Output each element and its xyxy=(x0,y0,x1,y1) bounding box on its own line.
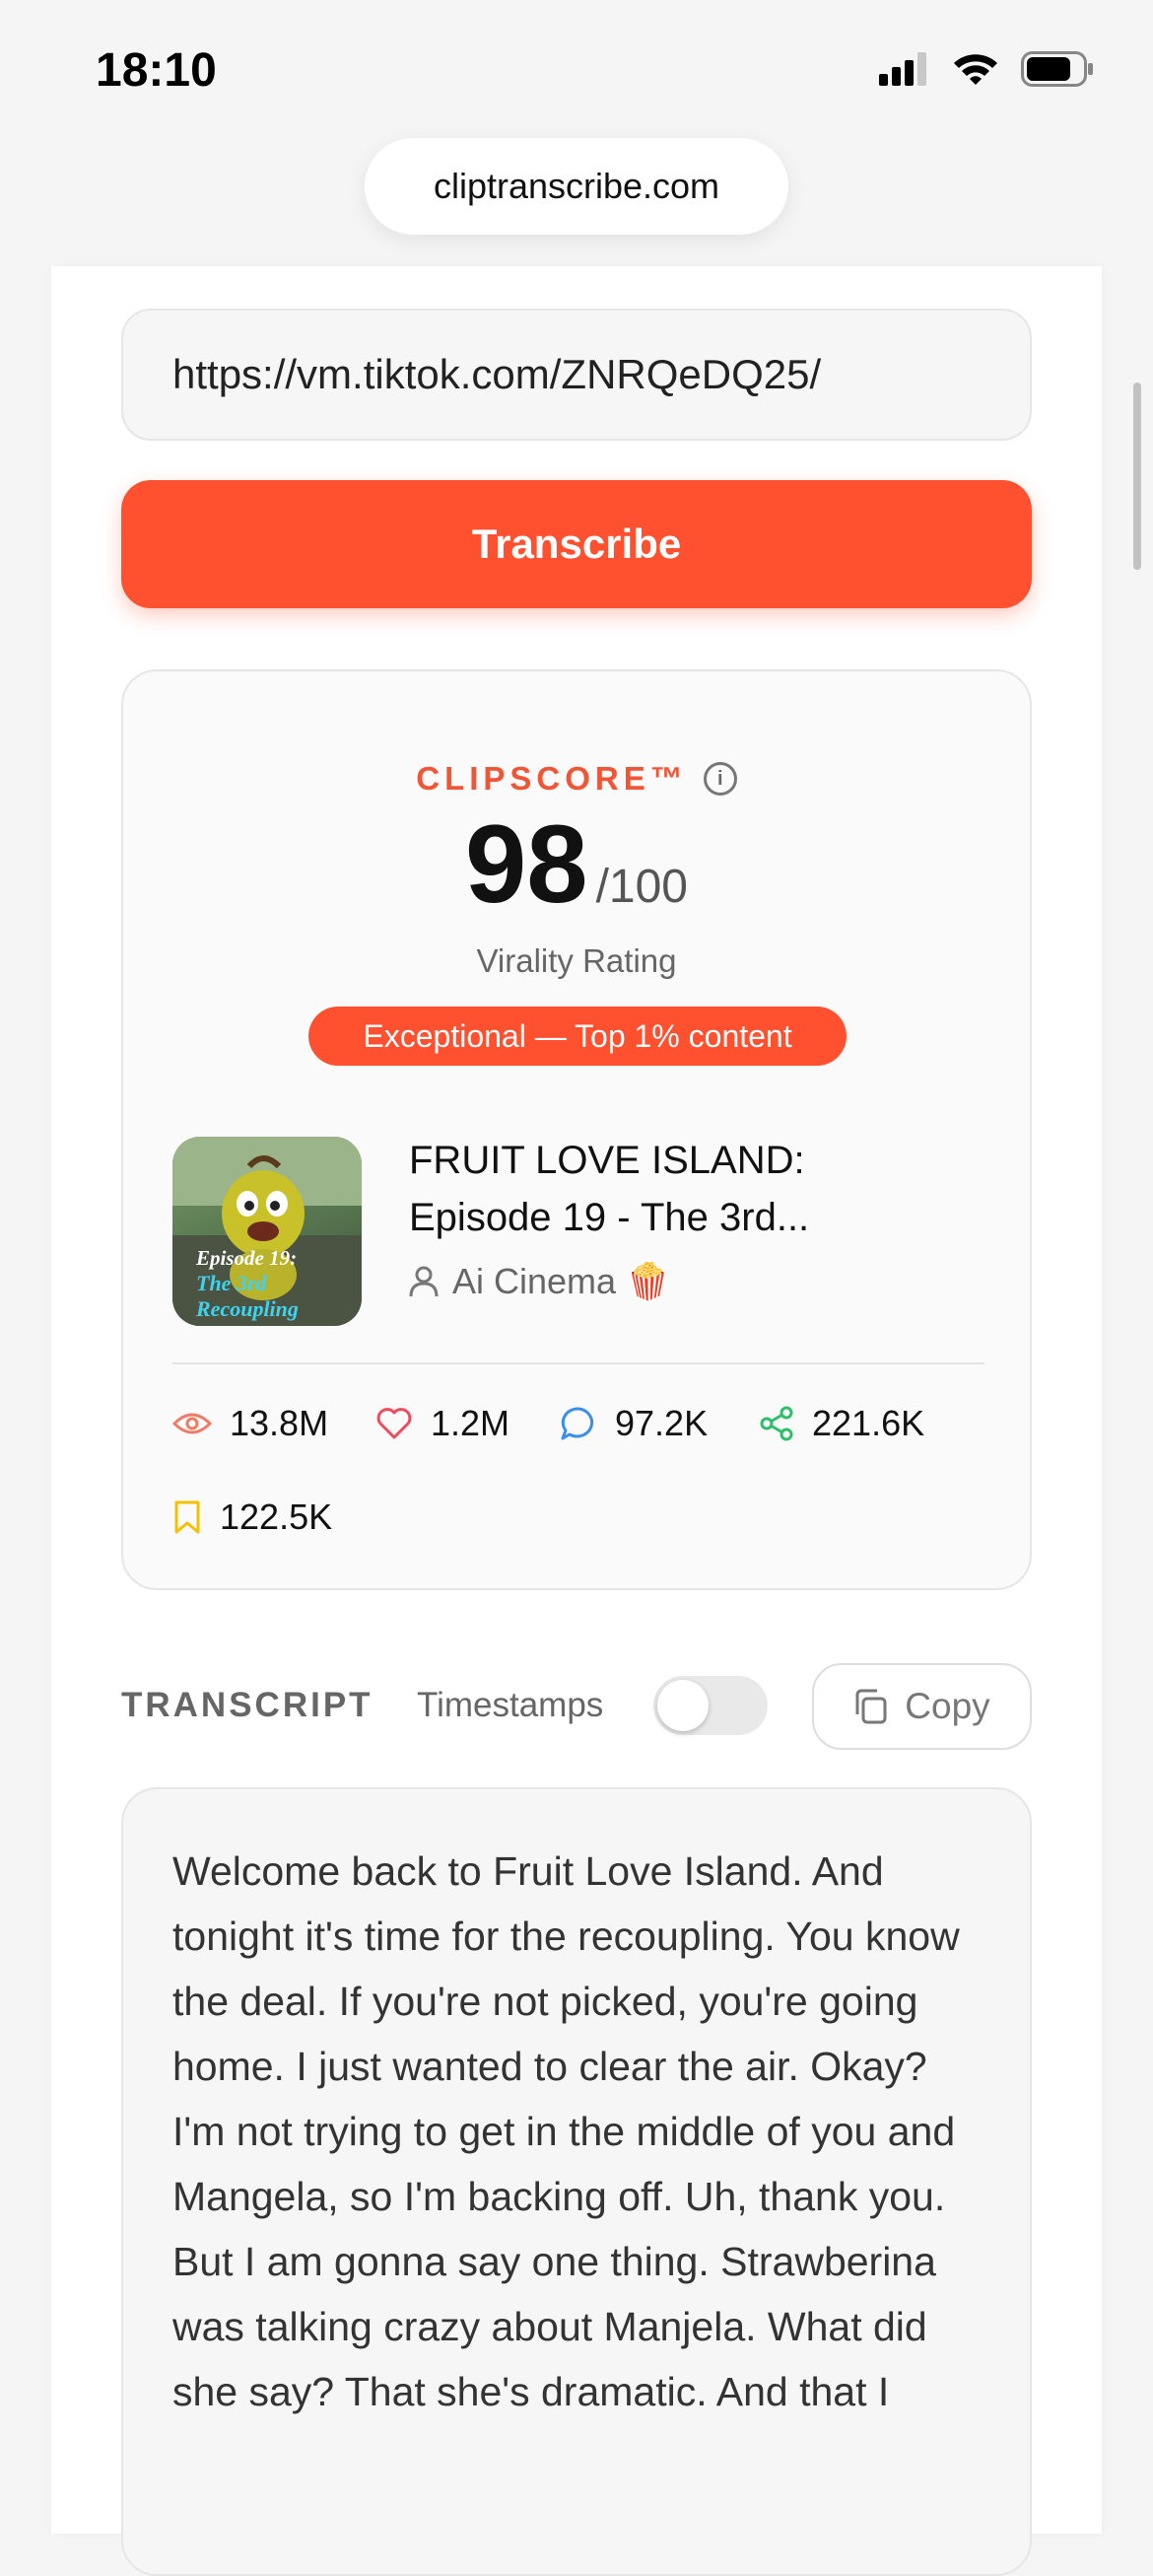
transcribe-button[interactable]: Transcribe xyxy=(121,480,1032,608)
video-title: FRUIT LOVE ISLAND: Episode 19 - The 3rd.… xyxy=(409,1132,961,1246)
thumbnail-caption-3: Recoupling xyxy=(196,1296,299,1321)
clipscore-card: CLIPSCORE™ i 98 /100 Virality Rating Exc… xyxy=(121,669,1032,1590)
stat-likes: 1.2M xyxy=(375,1403,509,1444)
likes-count: 1.2M xyxy=(431,1403,510,1443)
stat-shares: 221.6K xyxy=(759,1403,924,1444)
video-title-line-1: FRUIT LOVE ISLAND: xyxy=(409,1139,805,1182)
comment-icon xyxy=(561,1407,594,1440)
timestamps-toggle[interactable] xyxy=(653,1676,768,1735)
score-max: /100 xyxy=(595,861,688,913)
video-author: Ai Cinema 🍿 xyxy=(409,1261,670,1302)
saves-count: 122.5K xyxy=(220,1497,333,1537)
share-icon xyxy=(760,1406,793,1441)
thumbnail-caption-1: Episode 19: xyxy=(196,1246,298,1270)
stat-comments: 97.2K xyxy=(560,1403,708,1444)
heart-icon xyxy=(376,1408,412,1439)
toggle-knob xyxy=(657,1680,709,1731)
status-icons xyxy=(879,51,1094,87)
transcript-text: Welcome back to Fruit Love Island. And t… xyxy=(121,1787,1032,2576)
video-link-input[interactable]: https://vm.tiktok.com/ZNRQeDQ25/ xyxy=(121,309,1032,441)
copy-label: Copy xyxy=(905,1686,990,1726)
bookmark-icon xyxy=(174,1500,200,1534)
eye-icon xyxy=(172,1413,212,1434)
clipscore-label: CLIPSCORE™ xyxy=(416,760,688,797)
scrollbar-thumb[interactable] xyxy=(1133,383,1141,570)
video-title-line-2: Episode 19 - The 3rd... xyxy=(409,1196,810,1239)
timestamps-label: Timestamps xyxy=(417,1686,604,1724)
user-icon xyxy=(409,1266,439,1297)
browser-url-bar[interactable]: cliptranscribe.com xyxy=(365,138,788,235)
divider xyxy=(172,1362,984,1364)
score-value: 98 xyxy=(465,802,588,926)
virality-rating-label: Virality Rating xyxy=(476,942,677,979)
stat-saves: 122.5K xyxy=(172,1497,332,1538)
score-display: 98 /100 xyxy=(123,809,1030,920)
comments-count: 97.2K xyxy=(615,1403,709,1443)
thumbnail-caption-2: The 3rd xyxy=(196,1271,267,1295)
rating-badge: Exceptional — Top 1% content xyxy=(308,1007,847,1066)
info-icon[interactable]: i xyxy=(703,762,737,796)
copy-icon xyxy=(855,1689,887,1724)
stat-views: 13.8M xyxy=(172,1403,328,1444)
copy-button[interactable]: Copy xyxy=(812,1663,1032,1750)
signal-icon xyxy=(879,52,926,86)
author-name: Ai Cinema 🍿 xyxy=(452,1261,670,1301)
battery-icon xyxy=(1021,51,1093,87)
transcript-heading: TRANSCRIPT xyxy=(121,1686,373,1724)
status-time: 18:10 xyxy=(96,44,217,97)
clipscore-header: CLIPSCORE™ i xyxy=(123,760,1030,798)
video-thumbnail: Episode 19: The 3rd Recoupling xyxy=(172,1137,362,1326)
views-count: 13.8M xyxy=(230,1403,329,1443)
status-bar: 18:10 xyxy=(0,0,1153,138)
shares-count: 221.6K xyxy=(812,1403,925,1443)
wifi-icon xyxy=(954,54,997,85)
